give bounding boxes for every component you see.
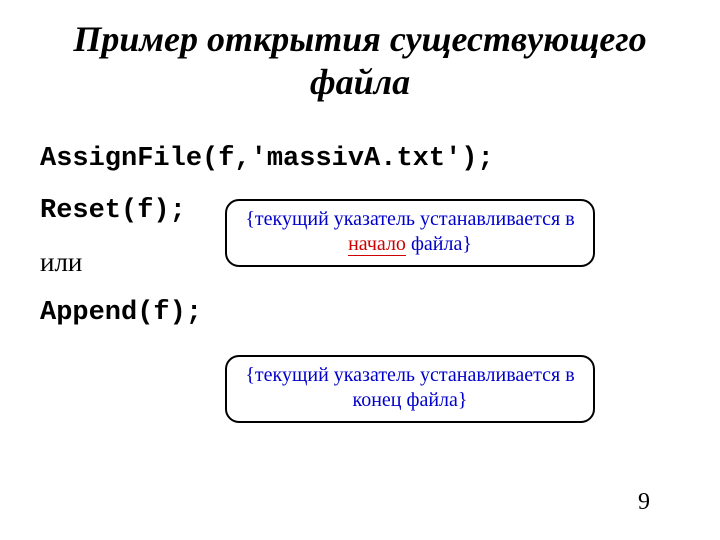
callout-reset-suffix: файла}	[406, 233, 472, 255]
callout-reset-prefix: {текущий указатель устанавливается в	[245, 208, 574, 230]
callout-append-comment: {текущий указатель устанавливается в кон…	[225, 355, 595, 423]
code-line-append: Append(f);	[40, 288, 680, 339]
callout-reset-comment: {текущий указатель устанавливается в нач…	[225, 199, 595, 267]
callout-reset-highlight: начало	[348, 233, 406, 256]
code-line-assign: AssignFile(f,'massivA.txt');	[40, 134, 680, 185]
slide: Пример открытия существующего файла Assi…	[0, 0, 720, 540]
page-number: 9	[638, 489, 650, 516]
slide-title: Пример открытия существующего файла	[40, 18, 680, 104]
